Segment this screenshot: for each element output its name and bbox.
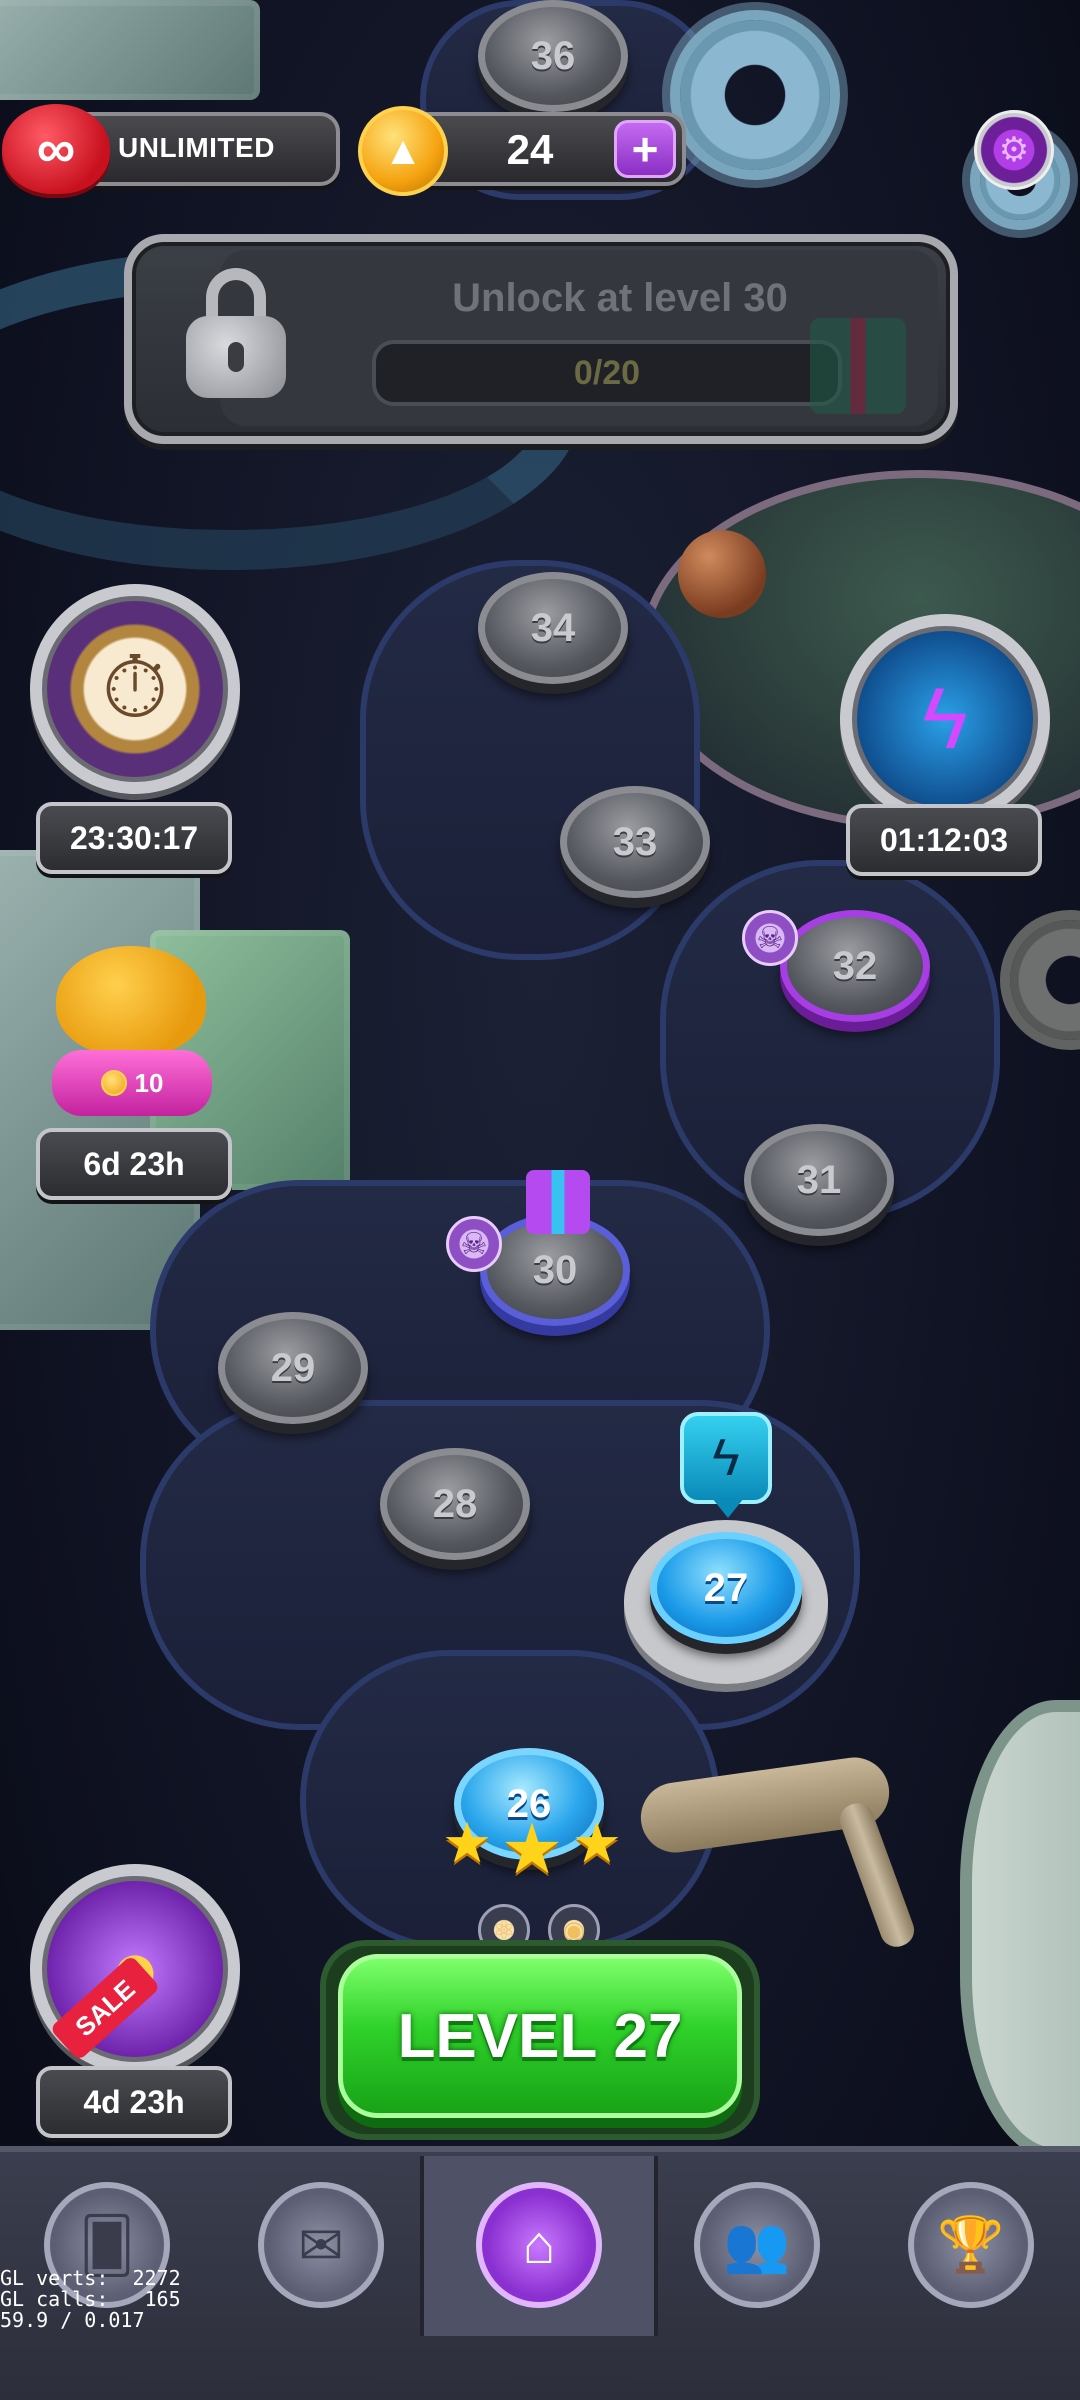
team-icon: 👥 — [723, 2214, 791, 2275]
debug-overlay: GL verts: 2272 GL calls: 165 59.9 / 0.017 — [0, 2268, 181, 2331]
lightning-bolt-icon: ϟ — [922, 670, 968, 767]
gear-icon: ⚙ — [998, 131, 1030, 169]
nav-home-button[interactable]: ⌂ — [476, 2182, 602, 2308]
background-crate — [0, 0, 260, 100]
crank-rod-decoration — [835, 1798, 919, 1952]
stopwatch-icon: ⏱ — [101, 639, 169, 736]
gear-decoration — [1010, 920, 1080, 1040]
nav-divider — [654, 2156, 658, 2336]
gift-icon — [526, 1170, 590, 1234]
piggy-bank-coins: 10 — [134, 1067, 164, 1098]
clock-event-timer: 23:30:17 — [36, 802, 232, 874]
add-coins-button[interactable]: + — [614, 120, 676, 178]
padlock-icon — [186, 268, 286, 398]
envelope-icon: ✉ — [298, 2215, 344, 2276]
level-node-32[interactable]: 32 — [780, 910, 930, 1022]
coins-value: 24 — [506, 126, 554, 173]
level-node-31[interactable]: 31 — [744, 1124, 894, 1236]
gear-decoration — [680, 20, 830, 170]
coin-icon: ▲ — [358, 106, 448, 196]
skull-icon: ☠ — [742, 910, 798, 966]
energy-event-button[interactable]: ϟ — [840, 614, 1050, 824]
marker-pointer — [712, 1498, 744, 1518]
star-icon: ★ — [442, 1811, 493, 1874]
infinity-heart-icon: ∞ — [2, 104, 110, 194]
nav-leaderboard-button[interactable]: 🏆 — [908, 2182, 1034, 2308]
home-icon: ⌂ — [522, 2215, 556, 2275]
lives-label: UNLIMITED — [118, 132, 275, 163]
level-node-33[interactable]: 33 — [560, 786, 710, 898]
lever-decoration — [678, 530, 766, 618]
nav-mail-button[interactable]: ✉ — [258, 2182, 384, 2308]
level-node-27[interactable]: 27 — [650, 1532, 802, 1644]
lightning-bolt-icon: ϟ — [680, 1412, 772, 1504]
skull-icon: ☠ — [446, 1216, 502, 1272]
debug-line: 59.9 / 0.017 — [0, 2308, 145, 2332]
piggy-bank-button[interactable]: 10 — [52, 1050, 212, 1116]
energy-event-timer: 01:12:03 — [846, 804, 1042, 876]
debug-line: GL verts: 2272 — [0, 2266, 181, 2290]
nav-divider — [420, 2156, 424, 2336]
level-node-36[interactable]: 36 — [478, 0, 628, 112]
star-icon: ★ — [500, 1810, 564, 1888]
clock-event-button[interactable]: ⏱ — [30, 584, 240, 794]
sale-timer: 4d 23h — [36, 2066, 232, 2138]
settings-button[interactable]: ⚙ — [974, 110, 1054, 190]
level-26-stars: ★ ★ ★ — [442, 1808, 622, 1888]
play-level-button[interactable]: LEVEL 27 — [338, 1954, 742, 2118]
crank-wheel-decoration — [960, 1700, 1080, 2160]
trophy-icon: 🏆 — [937, 2214, 1005, 2275]
debug-line: GL calls: 165 — [0, 2287, 181, 2311]
unlock-title: Unlock at level 30 — [452, 276, 788, 320]
piggy-bank-icon[interactable] — [56, 946, 206, 1056]
gift-icon — [810, 318, 906, 414]
level-node-28[interactable]: 28 — [380, 1448, 530, 1560]
star-icon: ★ — [571, 1811, 622, 1874]
coin-icon — [100, 1070, 127, 1096]
level-node-34[interactable]: 34 — [478, 572, 628, 684]
nav-team-button[interactable]: 👥 — [694, 2182, 820, 2308]
piggy-bank-timer: 6d 23h — [36, 1128, 232, 1200]
level-node-29[interactable]: 29 — [218, 1312, 368, 1424]
unlock-progress-text: 0/20 — [573, 354, 641, 392]
